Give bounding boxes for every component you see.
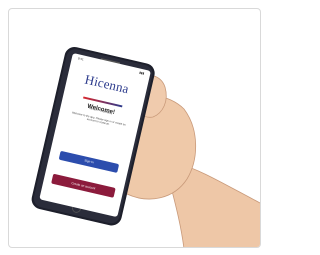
create-account-button[interactable]: Create an account [51, 173, 116, 198]
sign-in-button[interactable]: Sign In [58, 150, 120, 174]
image-card: 9:41 ▮▮▮ Hicenna Health · Wellness Welco… [8, 8, 261, 248]
status-time: 9:41 [77, 56, 85, 62]
signal-icon: ▮▮▮ [138, 70, 145, 76]
